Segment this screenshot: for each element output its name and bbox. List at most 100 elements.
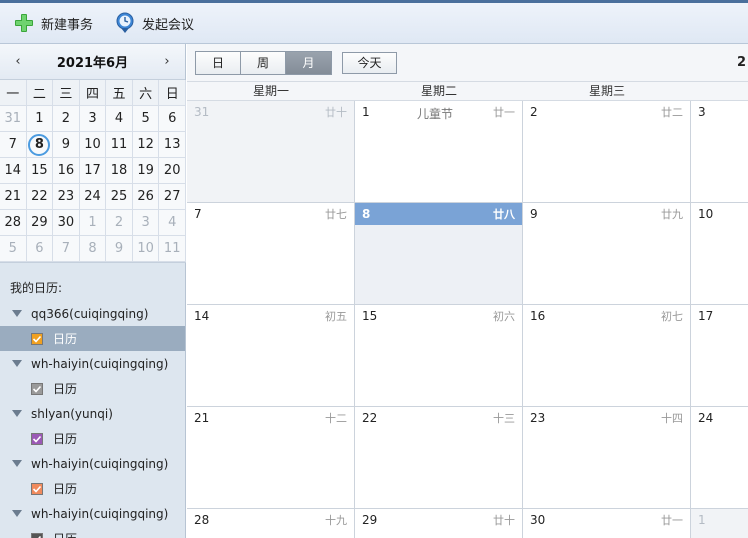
mini-day[interactable]: 31 [0,106,27,132]
mini-day[interactable]: 9 [106,236,133,262]
day-cell[interactable]: 10 [691,203,748,304]
mini-day[interactable]: 14 [0,158,27,184]
day-cell[interactable]: 3 [691,101,748,202]
mini-day[interactable]: 7 [0,132,27,158]
mini-day[interactable]: 16 [53,158,80,184]
day-cell[interactable]: 31 廿十 [187,101,355,202]
mini-day[interactable]: 11 [159,236,186,262]
calendar-item[interactable]: 日历 [0,376,185,401]
mini-day[interactable]: 15 [26,158,54,184]
mini-day[interactable]: 18 [106,158,133,184]
calendar-checkbox[interactable] [31,482,43,495]
mini-day-today[interactable]: 8 [26,132,54,158]
mini-day[interactable]: 25 [106,184,133,210]
mini-day[interactable]: 9 [53,132,80,158]
mini-day-number: 6 [168,111,177,126]
mini-day[interactable]: 21 [0,184,27,210]
day-cell[interactable]: 30 廿一 [523,509,691,538]
expand-triangle-icon[interactable] [12,510,22,517]
mini-day[interactable]: 22 [26,184,54,210]
expand-triangle-icon[interactable] [12,310,22,317]
today-button[interactable]: 今天 [342,51,397,74]
lunar-date: 廿一 [493,106,515,119]
month-view: 日 周 月 今天 2 星期一 星期二 星期三 31 廿十 1 廿一 儿童节 2 廿二 3 7 廿七 8 廿… [187,44,748,538]
mini-day[interactable]: 23 [53,184,80,210]
mini-day[interactable]: 8 [79,236,107,262]
day-cell[interactable]: 22 十三 [355,407,523,508]
plus-icon [15,14,33,32]
day-cell[interactable]: 1 [691,509,748,538]
week-view-button[interactable]: 周 [241,51,286,74]
mini-day[interactable]: 24 [79,184,107,210]
calendar-checkbox[interactable] [31,382,43,395]
calendar-item[interactable]: 日历 [0,326,185,351]
mini-day[interactable]: 4 [106,106,133,132]
mini-day[interactable]: 3 [132,210,160,236]
day-cell[interactable]: 17 [691,305,748,406]
calendar-account[interactable]: qq366(cuiqingqing) [0,301,185,326]
day-cell[interactable]: 7 廿七 [187,203,355,304]
calendar-checkbox[interactable] [31,332,43,345]
mini-day-number: 10 [137,241,154,256]
day-cell[interactable]: 28 十九 [187,509,355,538]
calendar-account-name: shlyan(yunqi) [31,406,113,421]
mini-day[interactable]: 1 [26,106,54,132]
day-cell[interactable]: 1 廿一 儿童节 [355,101,523,202]
mini-day-number: 7 [61,241,71,256]
day-view-button[interactable]: 日 [196,51,241,74]
day-cell[interactable]: 9 廿九 [523,203,691,304]
mini-day[interactable]: 12 [132,132,160,158]
calendar-item[interactable]: 日历 [0,526,185,538]
calendar-account[interactable]: wh-haiyin(cuiqingqing) [0,501,185,526]
mini-day[interactable]: 2 [106,210,133,236]
day-cell[interactable]: 29 廿十 [355,509,523,538]
mini-day[interactable]: 26 [132,184,160,210]
day-cell-today[interactable]: 8 廿八 [355,203,523,304]
calendar-account[interactable]: shlyan(yunqi) [0,401,185,426]
mini-day[interactable]: 6 [159,106,186,132]
calendar-account[interactable]: wh-haiyin(cuiqingqing) [0,351,185,376]
start-meeting-button[interactable]: 发起会议 [115,12,194,34]
mini-day[interactable]: 7 [53,236,80,262]
mini-day[interactable]: 5 [132,106,160,132]
new-task-button[interactable]: 新建事务 [14,13,93,33]
mini-day[interactable]: 1 [79,210,107,236]
mini-day[interactable]: 30 [53,210,80,236]
next-month-button[interactable]: › [159,54,175,69]
mini-day[interactable]: 27 [159,184,186,210]
day-cell[interactable]: 2 廿二 [523,101,691,202]
mini-day[interactable]: 28 [0,210,27,236]
mini-day[interactable]: 10 [132,236,160,262]
calendar-checkbox[interactable] [31,432,43,445]
mini-day-number: 6 [35,241,44,256]
day-cell-header: 30 廿一 [523,509,690,531]
day-cell[interactable]: 21 十二 [187,407,355,508]
mini-day[interactable]: 11 [106,132,133,158]
calendar-account[interactable]: wh-haiyin(cuiqingqing) [0,451,185,476]
day-cell[interactable]: 24 [691,407,748,508]
mini-day[interactable]: 2 [53,106,80,132]
expand-triangle-icon[interactable] [12,360,22,367]
prev-month-button[interactable]: ‹ [10,54,26,69]
expand-triangle-icon[interactable] [12,410,22,417]
mini-day[interactable]: 5 [0,236,27,262]
mini-day[interactable]: 3 [79,106,107,132]
day-cell[interactable]: 16 初七 [523,305,691,406]
mini-day[interactable]: 4 [159,210,186,236]
mini-day[interactable]: 10 [79,132,107,158]
mini-day[interactable]: 6 [26,236,54,262]
day-number: 7 [194,207,202,221]
day-cell[interactable]: 23 十四 [523,407,691,508]
mini-day[interactable]: 13 [159,132,186,158]
expand-triangle-icon[interactable] [12,460,22,467]
calendar-checkbox[interactable] [31,532,43,538]
mini-day[interactable]: 29 [26,210,54,236]
mini-day[interactable]: 17 [79,158,107,184]
day-cell[interactable]: 14 初五 [187,305,355,406]
mini-day[interactable]: 19 [132,158,160,184]
calendar-item[interactable]: 日历 [0,476,185,501]
day-cell[interactable]: 15 初六 [355,305,523,406]
month-view-button[interactable]: 月 [286,51,331,74]
mini-day[interactable]: 20 [159,158,186,184]
calendar-item[interactable]: 日历 [0,426,185,451]
